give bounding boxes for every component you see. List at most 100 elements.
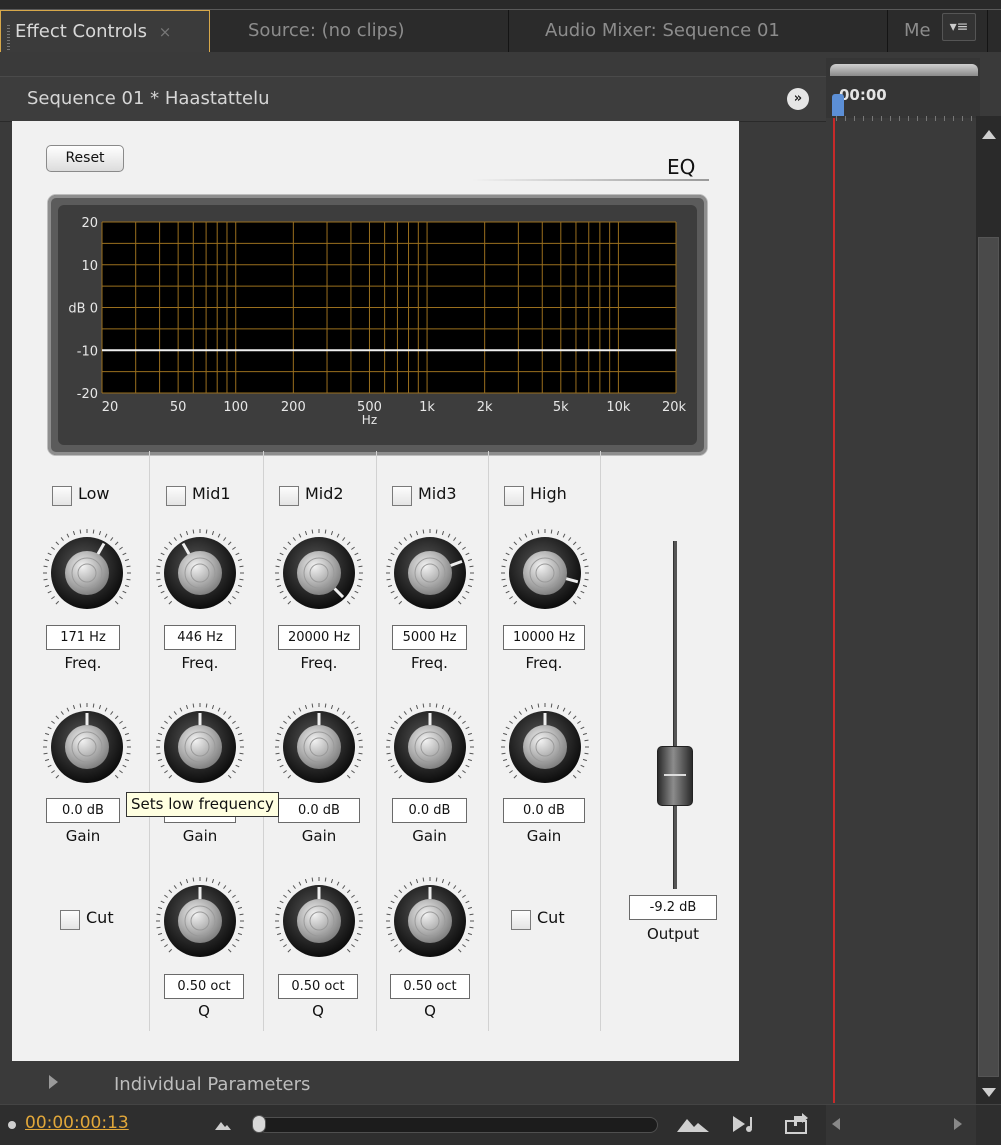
high-freq-knob[interactable]	[499, 527, 591, 619]
high-band-checkbox[interactable]	[504, 486, 524, 506]
mid2-freq-knob[interactable]	[273, 527, 365, 619]
low-band-label: Low	[78, 484, 110, 503]
y-tick-label: 10	[81, 259, 98, 274]
mid3-band-label: Mid3	[418, 484, 457, 503]
mid2-q-label: Q	[312, 1002, 324, 1020]
mid1-gain-knob[interactable]	[154, 701, 246, 793]
reset-button[interactable]: Reset	[46, 145, 124, 172]
mid3-freq-value[interactable]: 5000 Hz	[392, 625, 467, 650]
panel-tab-bar: Effect Controls × Source: (no clips) Aud…	[0, 0, 1001, 52]
tab-effect-controls[interactable]: Effect Controls ×	[0, 10, 210, 52]
time-ruler[interactable]: 00:00	[826, 58, 980, 121]
high-gain-knob[interactable]	[499, 701, 591, 793]
mid3-freq-knob[interactable]	[384, 527, 476, 619]
zoom-in-icon[interactable]	[676, 1114, 710, 1138]
low-freq-label: Freq.	[64, 654, 102, 672]
tab-source[interactable]: Source: (no clips)	[210, 10, 509, 52]
ruler-ticks	[836, 116, 976, 121]
zoom-out-icon[interactable]	[214, 1117, 232, 1136]
mid3-q-label: Q	[424, 1002, 436, 1020]
scroll-down-icon[interactable]	[982, 1088, 996, 1097]
mid1-freq-label: Freq.	[181, 654, 219, 672]
play-audio-icon[interactable]	[731, 1113, 761, 1139]
export-icon[interactable]	[784, 1113, 810, 1139]
divider	[263, 451, 264, 1031]
mid3-gain-value[interactable]: 0.0 dB	[392, 798, 467, 823]
mid3-gain-label: Gain	[412, 827, 447, 845]
high-cut-checkbox[interactable]	[511, 910, 531, 930]
eq-graph: 20 10 dB 0 -10 -20 20 50 100 200 500 1k 2k 5k 10k 20k H…	[48, 195, 707, 455]
x-tick-label: 2k	[477, 400, 493, 415]
eq-effect-panel: Reset EQ 20 10 dB 0 -10 -20 20 50 100 200 500 1k 2k…	[12, 121, 739, 1061]
high-gain-value[interactable]: 0.0 dB	[503, 798, 585, 823]
mid1-freq-knob[interactable]	[154, 527, 246, 619]
y-tick-label: 20	[81, 216, 98, 231]
mid2-band-checkbox[interactable]	[279, 486, 299, 506]
zoom-slider[interactable]	[258, 1117, 658, 1133]
sequence-title: Sequence 01 * Haastattelu	[27, 88, 270, 109]
output-fader-track[interactable]	[673, 541, 677, 889]
scroll-up-icon[interactable]	[982, 130, 996, 139]
x-tick-label: 10k	[606, 400, 631, 415]
disclosure-triangle-icon[interactable]	[49, 1075, 58, 1089]
status-dot-icon	[8, 1121, 16, 1129]
y-tick-label: -10	[77, 344, 98, 359]
x-tick-label: 50	[170, 400, 187, 415]
mid1-q-value[interactable]: 0.50 oct	[164, 974, 244, 999]
playhead-line	[833, 118, 835, 1103]
high-freq-value[interactable]: 10000 Hz	[503, 625, 585, 650]
mid2-freq-label: Freq.	[300, 654, 338, 672]
mid2-freq-value[interactable]: 20000 Hz	[278, 625, 360, 650]
x-tick-label: 20	[102, 400, 119, 415]
mid3-band-checkbox[interactable]	[392, 486, 412, 506]
mid3-q-knob[interactable]	[384, 875, 476, 967]
output-value[interactable]: -9.2 dB	[629, 895, 717, 920]
y-tick-label: dB 0	[68, 302, 98, 317]
mid2-gain-knob[interactable]	[273, 701, 365, 793]
playhead-icon[interactable]	[832, 94, 844, 116]
low-band-checkbox[interactable]	[52, 486, 72, 506]
mid3-freq-label: Freq.	[411, 654, 448, 672]
low-freq-value[interactable]: 171 Hz	[46, 625, 120, 650]
horizontal-scrollbar[interactable]	[826, 1105, 976, 1145]
status-bar: 00:00:00:13	[0, 1104, 1001, 1145]
tooltip: Sets low frequency	[126, 792, 279, 817]
x-tick-label: 200	[281, 400, 306, 415]
low-cut-label: Cut	[86, 908, 114, 927]
output-fader-handle[interactable]	[657, 746, 693, 806]
mid1-q-knob[interactable]	[154, 875, 246, 967]
mid2-q-value[interactable]: 0.50 oct	[278, 974, 358, 999]
zoom-bar[interactable]	[830, 64, 978, 76]
low-gain-value[interactable]: 0.0 dB	[46, 798, 120, 823]
x-tick-label: 5k	[553, 400, 569, 415]
low-freq-knob[interactable]	[41, 527, 133, 619]
x-tick-label: 100	[223, 400, 248, 415]
divider	[149, 451, 150, 1031]
scroll-left-icon[interactable]	[832, 1118, 840, 1130]
panel-menu-icon[interactable]: ▾≡	[942, 13, 976, 41]
tab-label: Audio Mixer: Sequence 01	[545, 20, 780, 41]
low-gain-knob[interactable]	[41, 701, 133, 793]
individual-parameters-row[interactable]: Individual Parameters	[0, 1062, 826, 1104]
show-timeline-icon[interactable]: »	[787, 88, 809, 110]
divider	[600, 451, 601, 1031]
high-freq-label: Freq.	[525, 654, 563, 672]
mid3-gain-knob[interactable]	[384, 701, 476, 793]
current-timecode[interactable]: 00:00:00:13	[25, 1113, 129, 1133]
mid1-gain-label: Gain	[182, 827, 218, 845]
mid2-q-knob[interactable]	[273, 875, 365, 967]
high-cut-label: Cut	[537, 908, 565, 927]
low-cut-checkbox[interactable]	[60, 910, 80, 930]
close-icon[interactable]: ×	[159, 23, 172, 41]
zoom-slider-handle[interactable]	[252, 1115, 266, 1133]
effect-timeline: 00:00	[826, 52, 1001, 1106]
mid2-gain-value[interactable]: 0.0 dB	[278, 798, 360, 823]
scroll-right-icon[interactable]	[954, 1118, 962, 1130]
tab-audio-mixer[interactable]: Audio Mixer: Sequence 01	[509, 10, 888, 52]
scrollbar-thumb[interactable]	[978, 237, 999, 1077]
mid1-freq-value[interactable]: 446 Hz	[164, 625, 236, 650]
mid3-q-value[interactable]: 0.50 oct	[390, 974, 470, 999]
x-tick-label: 20k	[662, 400, 687, 415]
mid1-band-label: Mid1	[192, 484, 231, 503]
mid1-band-checkbox[interactable]	[166, 486, 186, 506]
